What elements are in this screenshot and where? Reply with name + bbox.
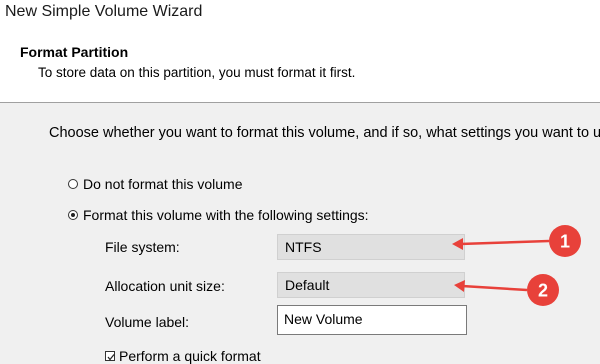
page-title: Format Partition <box>20 44 129 60</box>
window-title: New Simple Volume Wizard <box>5 3 203 20</box>
radio-button-checked[interactable] <box>68 210 78 220</box>
instruction-text: Choose whether you want to format this v… <box>49 125 600 141</box>
radio-do-not-format-label: Do not format this volume <box>83 176 243 192</box>
title-bar: New Simple Volume Wizard <box>0 0 600 36</box>
quick-format-checkbox[interactable] <box>105 351 115 361</box>
wizard-header: Format Partition To store data on this p… <box>0 36 600 103</box>
volume-label-input[interactable]: New Volume <box>277 305 467 335</box>
allocation-unit-size-select[interactable]: Default <box>277 272 465 298</box>
file-system-label: File system: <box>105 239 180 255</box>
quick-format-checkbox-row[interactable]: Perform a quick format <box>105 347 261 364</box>
volume-label-label: Volume label: <box>105 314 190 330</box>
file-system-select[interactable]: NTFS <box>277 234 465 260</box>
page-subtitle: To store data on this partition, you mus… <box>38 65 356 80</box>
radio-format-volume[interactable]: Format this volume with the following se… <box>68 206 369 224</box>
annotation-badge-2: 2 <box>527 274 559 306</box>
annotation-badge-2-text: 2 <box>538 281 548 301</box>
quick-format-label: Perform a quick format <box>119 348 261 364</box>
annotation-arrow-1 <box>452 238 550 250</box>
allocation-unit-size-label: Allocation unit size: <box>105 278 225 294</box>
radio-button-unchecked[interactable] <box>68 179 78 189</box>
checkmark-icon <box>107 354 115 361</box>
annotation-badge-1: 1 <box>549 225 581 257</box>
wizard-window: New Simple Volume Wizard Format Partitio… <box>0 0 600 364</box>
annotation-badge-1-text: 1 <box>560 232 570 252</box>
radio-format-volume-label: Format this volume with the following se… <box>83 207 369 223</box>
radio-do-not-format[interactable]: Do not format this volume <box>68 175 243 193</box>
